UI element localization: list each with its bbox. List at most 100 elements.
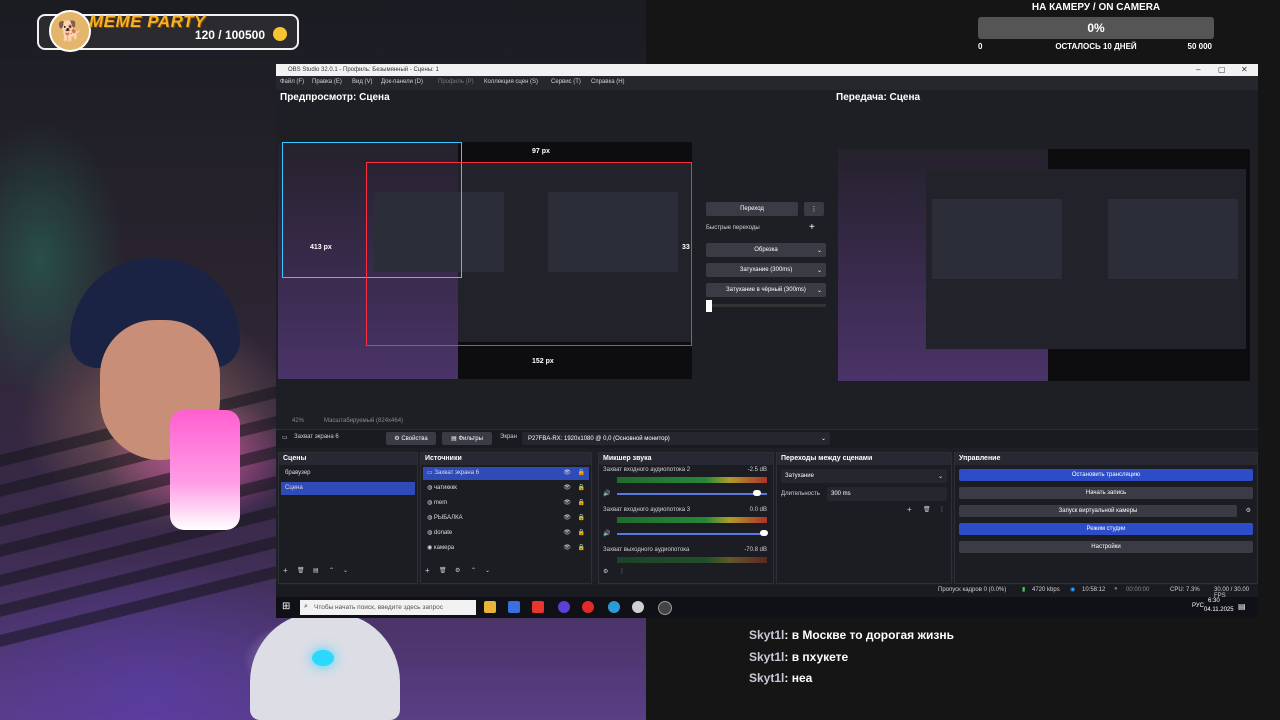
lock-icon[interactable]: 🔒 bbox=[578, 512, 585, 525]
globe-icon: ◍ bbox=[427, 485, 434, 491]
close-button[interactable]: ✕ bbox=[1241, 64, 1248, 76]
app-icon[interactable] bbox=[558, 601, 570, 613]
settings-button[interactable]: Настройки bbox=[959, 541, 1253, 553]
lock-icon[interactable]: 🔒 bbox=[578, 527, 585, 540]
start-virtual-camera-button[interactable]: Запуск виртуальной камеры bbox=[959, 505, 1237, 517]
speaker-icon[interactable]: 🔊 bbox=[603, 530, 610, 537]
yandex-icon[interactable] bbox=[532, 601, 544, 613]
eye-icon[interactable]: 👁 bbox=[563, 542, 571, 555]
menu-profile[interactable]: Профиль (P) bbox=[438, 79, 474, 85]
tbar-slider-handle[interactable] bbox=[706, 300, 712, 312]
sources-dock-title: Источники bbox=[421, 453, 591, 465]
selection-box-red[interactable] bbox=[366, 162, 692, 346]
trash-icon[interactable]: 🗑 bbox=[297, 567, 305, 574]
scene-filters-icon[interactable]: ▤ bbox=[313, 567, 319, 574]
transition-button[interactable]: Переход bbox=[706, 202, 798, 216]
eye-icon[interactable]: 👁 bbox=[563, 467, 571, 480]
menu-tools[interactable]: Сервис (T) bbox=[551, 79, 581, 85]
gear-icon[interactable]: ⚙ bbox=[603, 568, 608, 575]
trash-icon[interactable]: 🗑 bbox=[439, 567, 447, 574]
program-canvas bbox=[838, 149, 1250, 381]
volume-slider[interactable] bbox=[617, 533, 767, 535]
eye-icon[interactable]: 👁 bbox=[563, 512, 571, 525]
source-label: donate bbox=[433, 530, 453, 536]
source-item[interactable]: ◍ mem 👁 🔒 bbox=[423, 497, 589, 510]
move-down-icon[interactable]: ⌄ bbox=[343, 567, 348, 574]
volume-slider-knob[interactable] bbox=[752, 490, 761, 496]
mixer-channel-db: -70.8 dB bbox=[744, 547, 767, 553]
lock-icon[interactable]: 🔒 bbox=[578, 482, 585, 495]
scenes-dock: Сцены бравузер Сцена + 🗑 ▤ ⌃ ⌄ bbox=[278, 452, 418, 584]
obs-icon[interactable] bbox=[658, 601, 672, 615]
source-item[interactable]: ▭ Захват экрана 6 👁 🔒 bbox=[423, 467, 589, 480]
taskbar-search-input[interactable]: Чтобы начать поиск, введите здесь запрос bbox=[300, 600, 476, 615]
eye-icon[interactable]: 👁 bbox=[563, 497, 571, 510]
clock-time[interactable]: 6:30 bbox=[1208, 598, 1220, 604]
gear-icon[interactable]: ⚙ bbox=[455, 567, 460, 574]
folder-icon[interactable] bbox=[484, 601, 496, 613]
add-transition-icon[interactable]: + bbox=[907, 505, 912, 514]
cpu-usage: CPU: 7.3% bbox=[1170, 587, 1200, 593]
zoom-percent[interactable]: 42% bbox=[292, 418, 304, 424]
move-up-icon[interactable]: ⌃ bbox=[471, 567, 476, 574]
menu-view[interactable]: Вид (V) bbox=[352, 79, 373, 85]
language-indicator[interactable]: РУС bbox=[1192, 603, 1204, 609]
source-item[interactable]: ◍ чатикккк 👁 🔒 bbox=[423, 482, 589, 495]
eye-icon[interactable]: 👁 bbox=[563, 527, 571, 540]
kebab-icon[interactable]: ⋮ bbox=[619, 568, 625, 575]
source-item[interactable]: ◉ камера 👁 🔒 bbox=[423, 542, 589, 555]
notifications-icon[interactable]: ▤ bbox=[1238, 602, 1246, 611]
trash-icon[interactable]: 🗑 bbox=[923, 506, 931, 513]
record-icon: ● bbox=[1114, 586, 1118, 592]
lock-icon[interactable]: 🔒 bbox=[578, 467, 585, 480]
add-quick-transition-button[interactable]: + bbox=[809, 222, 815, 233]
store-icon[interactable] bbox=[508, 601, 520, 613]
quick-transition-cut[interactable]: Обрезка ⌄ bbox=[706, 243, 826, 257]
add-source-icon[interactable]: + bbox=[425, 566, 430, 575]
transition-menu-button[interactable]: ⋮ bbox=[804, 202, 824, 216]
lock-icon[interactable]: 🔒 bbox=[578, 497, 585, 510]
menu-edit[interactable]: Правка (E) bbox=[312, 79, 342, 85]
zoom-mode[interactable]: Масштабируемый (824x464) bbox=[324, 418, 403, 424]
screen-select[interactable]: P27FBA-RX: 1920x1080 @ 0,0 (Основной мон… bbox=[522, 432, 830, 445]
add-scene-icon[interactable]: + bbox=[283, 566, 288, 575]
kebab-icon[interactable]: ⋮ bbox=[939, 506, 945, 513]
move-up-icon[interactable]: ⌃ bbox=[329, 567, 334, 574]
quick-transition-fade[interactable]: Затухание (300ms) ⌄ bbox=[706, 263, 826, 277]
menu-file[interactable]: Файл (F) bbox=[280, 79, 304, 85]
filters-button[interactable]: ▤ Фильтры bbox=[442, 432, 492, 445]
stop-streaming-button[interactable]: Остановить трансляцию bbox=[959, 469, 1253, 481]
pink-microphone bbox=[170, 410, 240, 530]
properties-button[interactable]: ⚙ Свойства bbox=[386, 432, 436, 445]
tbar-slider-track[interactable] bbox=[706, 304, 826, 307]
source-toolbar: ▭ Захват экрана 6 ⚙ Свойства ▤ Фильтры Э… bbox=[276, 429, 1258, 448]
volume-slider-knob[interactable] bbox=[760, 530, 768, 536]
settings-icon[interactable] bbox=[632, 601, 644, 613]
duration-spinbox[interactable]: 300 ms bbox=[827, 487, 947, 501]
scene-item[interactable]: бравузер bbox=[281, 467, 415, 480]
opera-icon[interactable] bbox=[582, 601, 594, 613]
menu-docks[interactable]: Док-панели (D) bbox=[381, 79, 423, 85]
move-down-icon[interactable]: ⌄ bbox=[485, 567, 490, 574]
studio-mode-button[interactable]: Режим студии bbox=[959, 523, 1253, 535]
chevron-down-icon: ⌄ bbox=[816, 287, 822, 294]
browser-icon[interactable] bbox=[608, 601, 620, 613]
source-item[interactable]: ◍ РЫБАЛКА 👁 🔒 bbox=[423, 512, 589, 525]
speaker-icon[interactable]: 🔊 bbox=[603, 490, 610, 497]
menu-help[interactable]: Справка (H) bbox=[591, 79, 625, 85]
scene-item[interactable]: Сцена bbox=[281, 482, 415, 495]
clock-date[interactable]: 04.11.2025 bbox=[1204, 607, 1234, 613]
menu-scene-collection[interactable]: Коллекция сцен (S) bbox=[484, 79, 538, 85]
quick-transition-fade-black[interactable]: Затухание в чёрный (300ms) ⌄ bbox=[706, 283, 826, 297]
transition-type-select[interactable]: Затухание ⌄ bbox=[781, 469, 947, 483]
eye-icon[interactable]: 👁 bbox=[563, 482, 571, 495]
lock-icon[interactable]: 🔒 bbox=[578, 542, 585, 555]
minimize-button[interactable]: – bbox=[1196, 64, 1200, 76]
windows-start-icon[interactable]: ⊞ bbox=[282, 601, 290, 612]
preview-canvas[interactable]: 97 px 413 px 33 152 px bbox=[278, 142, 692, 379]
maximize-button[interactable]: ▢ bbox=[1218, 64, 1226, 76]
volume-slider[interactable] bbox=[617, 493, 767, 495]
start-recording-button[interactable]: Начать запись bbox=[959, 487, 1253, 499]
gear-icon[interactable]: ⚙ bbox=[1246, 507, 1251, 514]
source-item[interactable]: ◍ donate 👁 🔒 bbox=[423, 527, 589, 540]
